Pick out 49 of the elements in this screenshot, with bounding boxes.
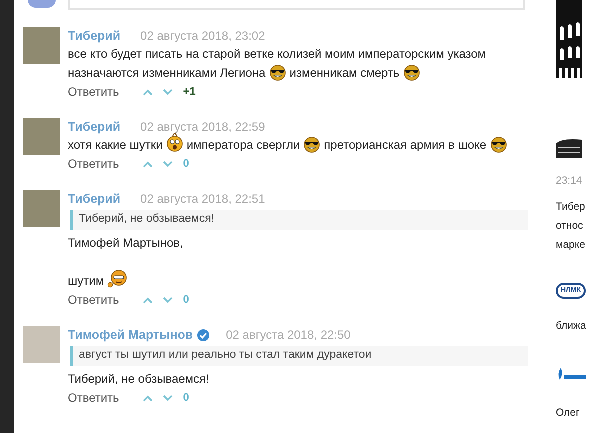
quoted-text: август ты шутил или реально ты стал таким дуракетои — [70, 346, 528, 366]
comment-date: 02 августа 2018, 22:50 — [226, 327, 351, 344]
comment-text: Тиберий, не обзываемся! — [68, 371, 210, 388]
vote-score: 0 — [183, 390, 190, 406]
upvote-icon[interactable] — [143, 88, 154, 96]
shocked-emoji-icon — [166, 133, 184, 153]
sidebar-text: ближа — [556, 318, 588, 334]
comment-text: Тимофей Мартынов, — [68, 235, 184, 252]
sunglasses-emoji-icon — [402, 64, 421, 81]
avatar-photo-placeholder — [23, 326, 60, 363]
vote-score: +1 — [183, 84, 196, 100]
flame-logo-icon — [556, 366, 586, 382]
sidebar-text: Тибер — [556, 200, 586, 215]
downvote-icon[interactable] — [163, 160, 174, 168]
avatar-photo-placeholder — [23, 190, 60, 227]
comment-text: хотя какие шутки — [68, 137, 163, 154]
comment-date: 02 августа 2018, 22:51 — [140, 191, 266, 208]
colosseum-icon — [556, 138, 582, 158]
comment-date: 02 августа 2018, 23:02 — [140, 28, 266, 45]
quoted-text: Тиберий, не обзываемся! — [70, 210, 528, 230]
comment-text: все кто будет писать на старой ветке колизей моим императорским указом — [68, 46, 486, 63]
downvote-icon[interactable] — [163, 394, 174, 402]
comment-text: назначаются изменниками Легиона — [68, 65, 266, 82]
reply-link[interactable]: Ответить — [68, 291, 120, 309]
upvote-icon[interactable] — [143, 394, 154, 402]
comment-text: императора свергли — [186, 137, 300, 154]
downvote-icon[interactable] — [163, 88, 174, 96]
comment-text: изменникам смерть — [290, 65, 400, 82]
avatar-photo-placeholder — [23, 118, 60, 155]
sidebar-time: 23:14 — [556, 174, 584, 189]
upvote-icon[interactable] — [143, 296, 154, 304]
sunglasses-emoji-icon — [268, 64, 287, 81]
reply-link[interactable]: Ответить — [68, 389, 120, 407]
reply-link[interactable]: Ответить — [68, 83, 120, 101]
comment-text: шутим — [68, 273, 104, 290]
reply-link[interactable]: Ответить — [68, 155, 120, 173]
sunglasses-emoji-icon — [490, 136, 508, 153]
comment-text: преторианская армия в шоке — [324, 137, 487, 154]
sidebar-text: Олег — [556, 406, 581, 421]
sidebar-text: марке — [556, 238, 586, 253]
vote-score: 0 — [183, 156, 190, 172]
sidebar-text: относ — [556, 218, 584, 234]
upvote-icon[interactable] — [143, 160, 154, 168]
downvote-icon[interactable] — [163, 296, 174, 304]
vote-score: 0 — [183, 292, 190, 308]
sunglasses-emoji-icon — [303, 136, 322, 153]
smiling-emoji-icon — [107, 269, 130, 289]
comment-date: 02 августа 2018, 22:59 — [140, 119, 266, 136]
avatar-photo-placeholder — [23, 27, 60, 64]
